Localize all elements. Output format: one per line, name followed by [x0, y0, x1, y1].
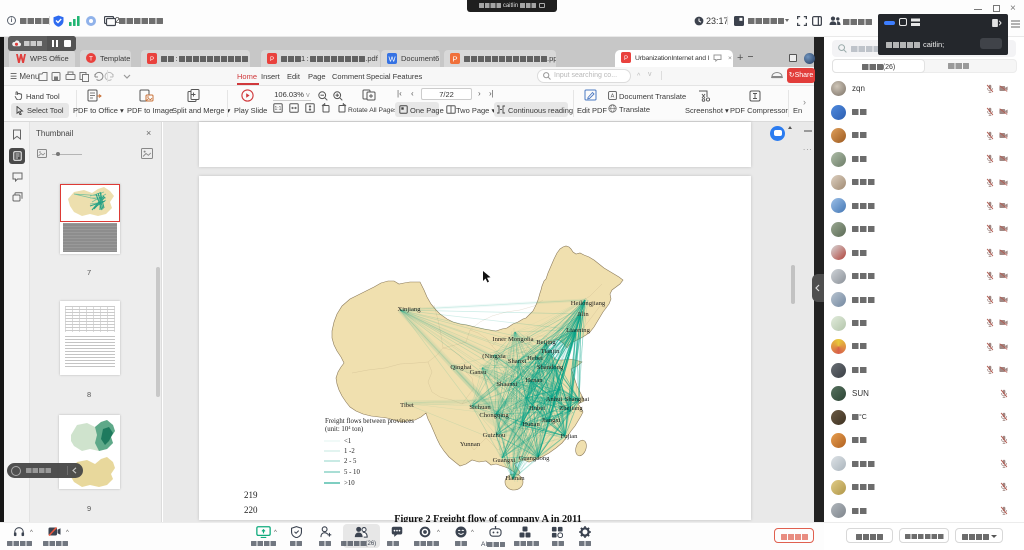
svg-text:Hunan: Hunan	[522, 421, 540, 428]
svg-text:Anhui: Anhui	[546, 396, 563, 403]
svg-text:Zhejiang: Zhejiang	[559, 405, 583, 412]
svg-text:Tibet: Tibet	[400, 402, 414, 409]
svg-text:Guangxi: Guangxi	[493, 457, 516, 464]
svg-text:Shandong: Shandong	[537, 364, 564, 371]
svg-text:Hainan: Hainan	[505, 475, 525, 482]
svg-text:Guizhou: Guizhou	[483, 432, 506, 439]
svg-text:Liaoning: Liaoning	[566, 327, 591, 334]
svg-text:A: A	[611, 94, 615, 100]
svg-text:Freight flows between province: Freight flows between provinces	[325, 418, 414, 425]
svg-text:>10: >10	[344, 480, 355, 487]
svg-text:P: P	[624, 56, 628, 62]
svg-text:1:1: 1:1	[275, 106, 282, 112]
svg-text:P: P	[150, 57, 154, 63]
svg-text:Henan: Henan	[525, 377, 543, 384]
svg-text:Sichuan: Sichuan	[469, 404, 491, 411]
svg-text:T: T	[89, 56, 93, 63]
svg-text:Heilongjiang: Heilongjiang	[571, 300, 606, 307]
svg-text:Gansu: Gansu	[470, 369, 488, 376]
svg-text:W: W	[388, 54, 396, 63]
svg-text:(Ningxia: (Ningxia	[482, 353, 506, 360]
svg-text:Shanghai: Shanghai	[565, 396, 590, 403]
svg-text:P: P	[270, 57, 274, 63]
svg-text:2 - 5: 2 - 5	[344, 458, 357, 465]
svg-text:Fujian: Fujian	[561, 433, 579, 440]
svg-text:Qinghai: Qinghai	[450, 364, 471, 371]
svg-text:Jiangxi: Jiangxi	[541, 417, 560, 424]
svg-text:Shaanxi: Shaanxi	[496, 381, 517, 388]
svg-text:Hubei: Hubei	[529, 405, 545, 412]
svg-text:5 - 10: 5 - 10	[344, 469, 360, 476]
svg-text:Jilin: Jilin	[577, 311, 589, 318]
svg-text:Yunnan: Yunnan	[460, 441, 481, 448]
svg-text:Guangdong: Guangdong	[519, 455, 550, 462]
svg-text:Chongqing: Chongqing	[479, 412, 509, 419]
svg-text:<1: <1	[344, 438, 351, 445]
svg-text:Inner Mongolia: Inner Mongolia	[492, 336, 533, 343]
svg-text:Beijing: Beijing	[536, 339, 556, 346]
svg-text:P: P	[452, 54, 457, 63]
svg-text:Shanxi: Shanxi	[508, 358, 526, 365]
svg-text:Xinjiang: Xinjiang	[397, 306, 421, 313]
svg-text:(unit: 104 ton): (unit: 104 ton)	[325, 425, 363, 434]
svg-text:Hebei: Hebei	[527, 355, 543, 362]
svg-text:1 -2: 1 -2	[344, 448, 355, 455]
svg-text:Tianjin: Tianjin	[541, 348, 561, 355]
